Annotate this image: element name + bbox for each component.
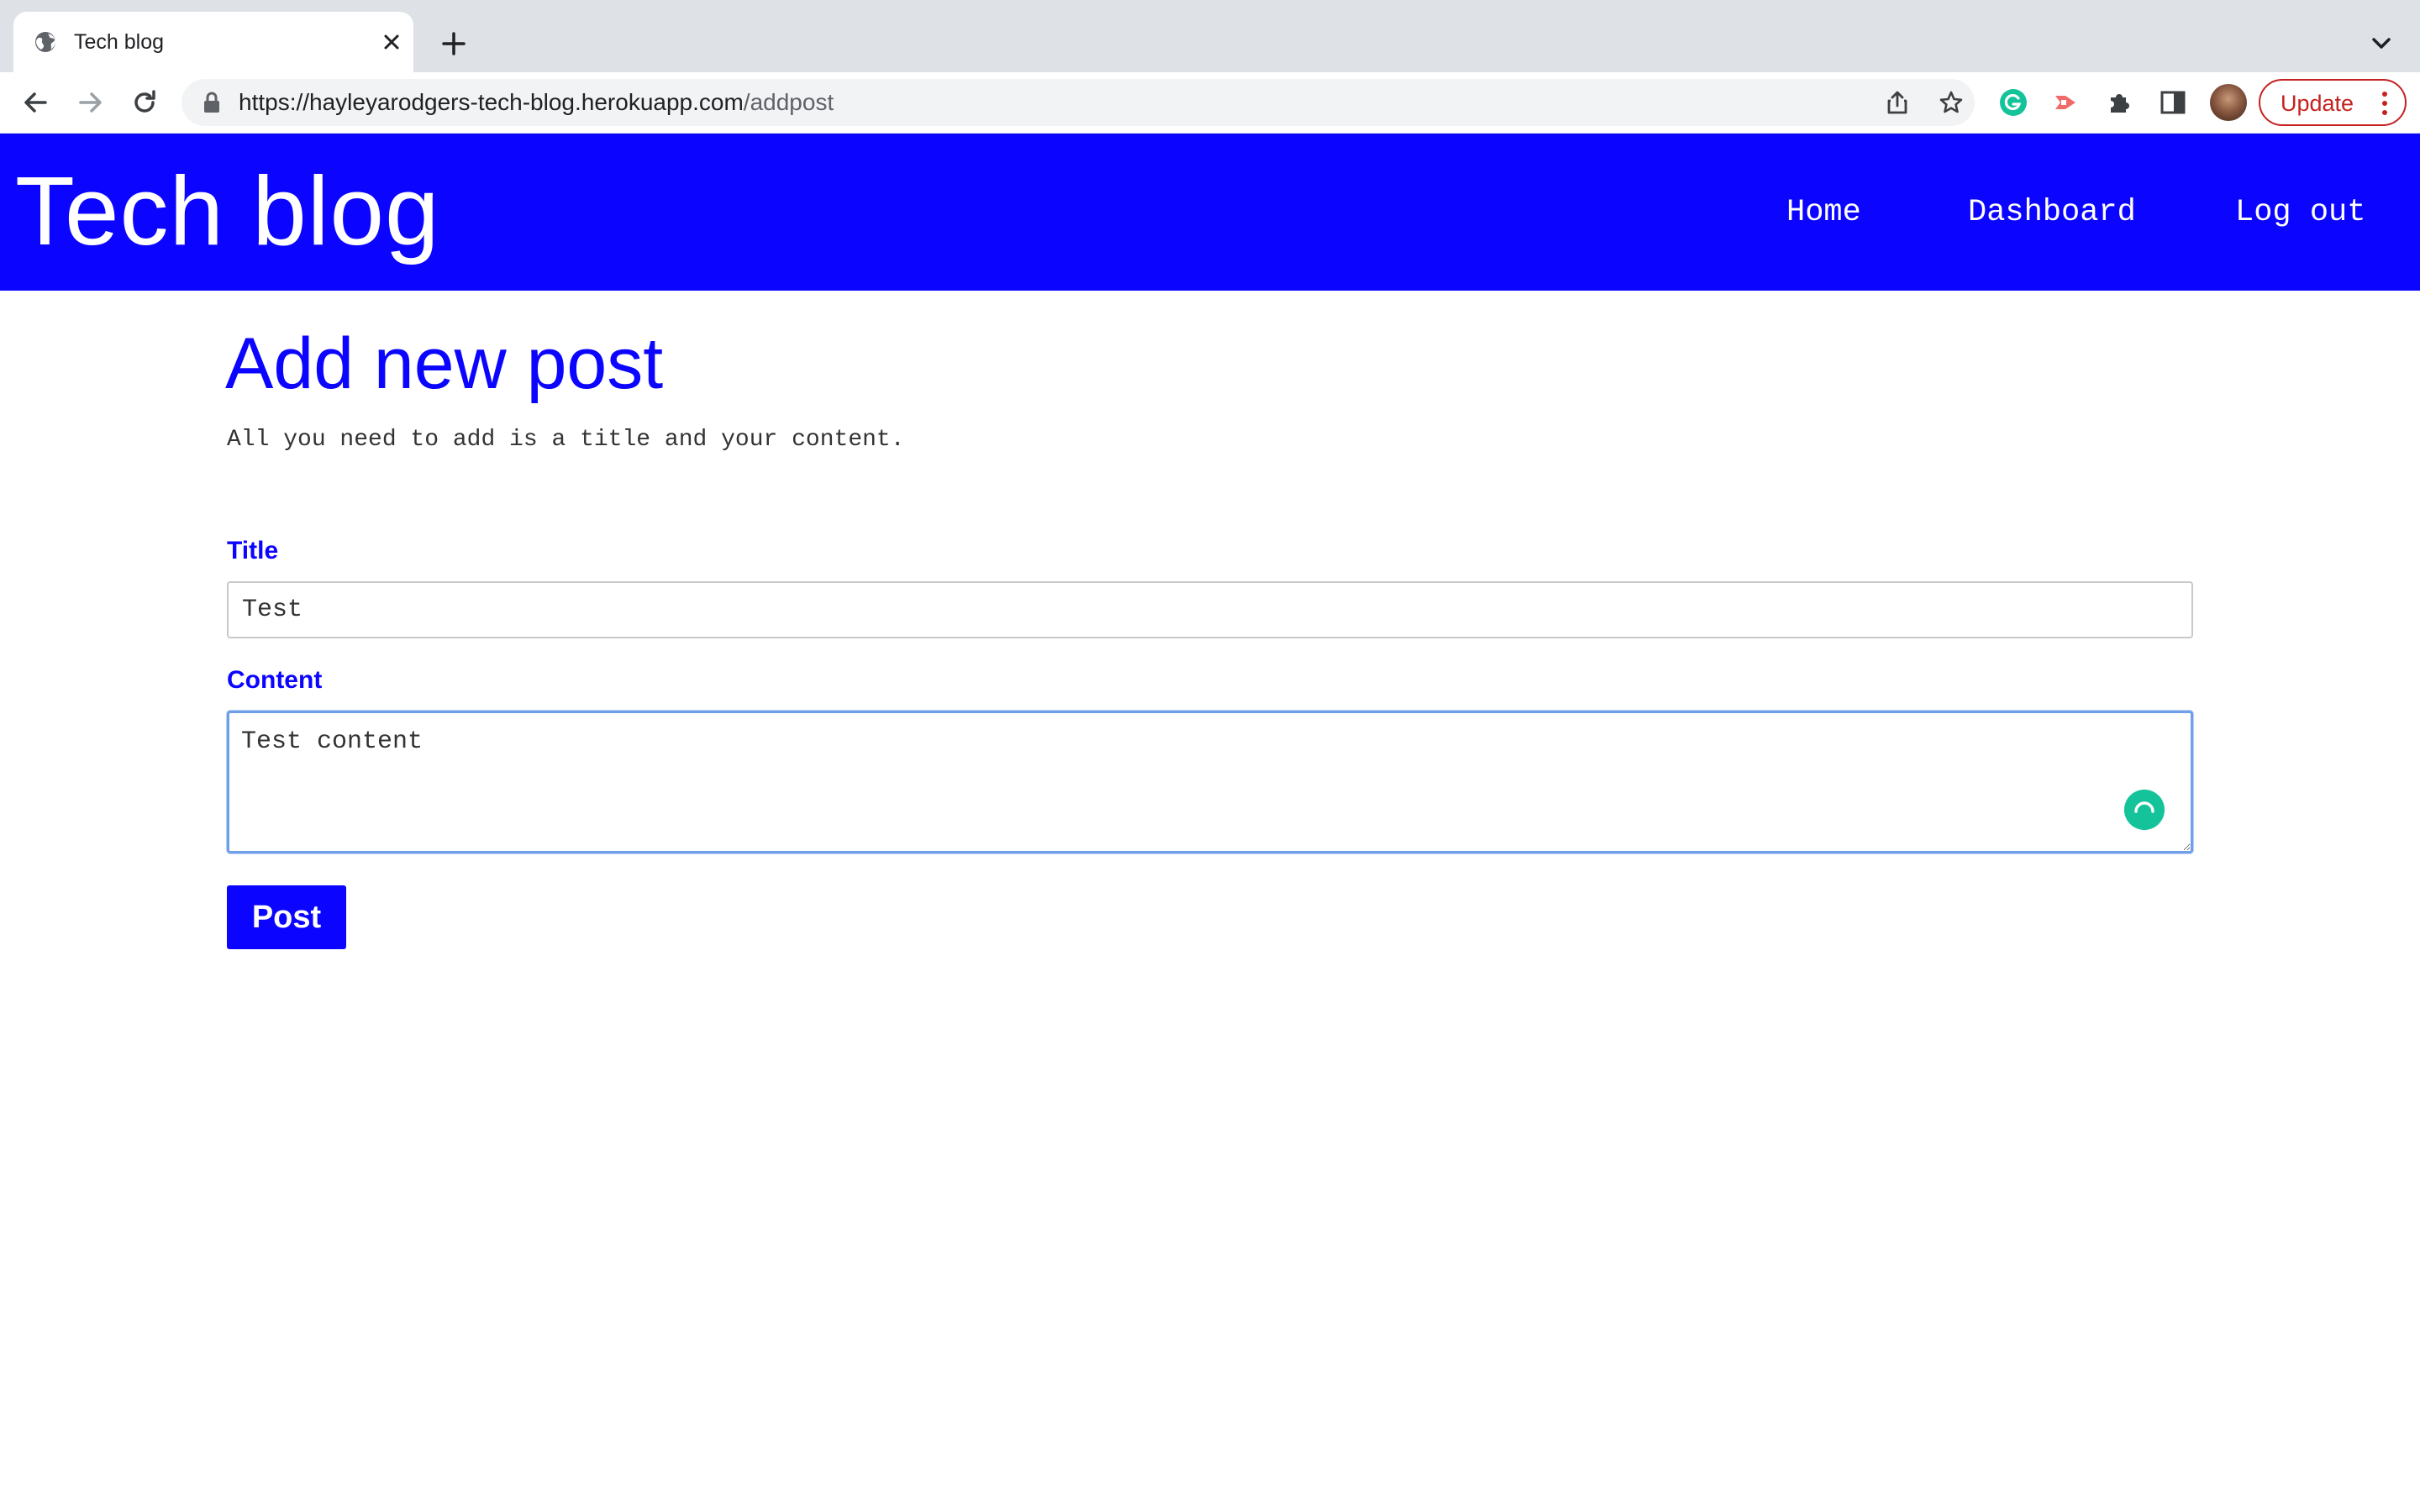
browser-tabstrip: Tech blog — [0, 0, 2420, 72]
star-icon[interactable] — [1938, 89, 1965, 116]
browser-toolbar: https://hayleyarodgers-tech-blog.herokua… — [0, 72, 2420, 134]
back-arrow-icon[interactable] — [20, 87, 50, 118]
red-extension-icon[interactable] — [2050, 87, 2081, 118]
share-icon[interactable] — [1884, 89, 1911, 116]
content-textarea[interactable]: Test content — [227, 711, 2193, 853]
url-path: /addpost — [743, 89, 834, 115]
tab-title: Tech blog — [74, 30, 165, 54]
puzzle-icon[interactable] — [2104, 87, 2134, 118]
update-label: Update — [2281, 91, 2354, 116]
nav-home-link[interactable]: Home — [1786, 192, 1861, 233]
nav-dashboard-link[interactable]: Dashboard — [1968, 192, 2136, 233]
reload-icon[interactable] — [129, 87, 160, 118]
browser-tab[interactable]: Tech blog — [13, 12, 413, 72]
grammarly-icon[interactable] — [2124, 790, 2165, 830]
close-icon[interactable] — [380, 30, 403, 54]
three-dots-icon[interactable] — [2380, 91, 2390, 116]
url-text[interactable]: https://hayleyarodgers-tech-blog.herokua… — [239, 87, 834, 118]
post-button[interactable]: Post — [227, 885, 346, 949]
url-host: https://hayleyarodgers-tech-blog.herokua… — [239, 89, 744, 115]
globe-icon — [35, 32, 55, 52]
chevron-down-icon[interactable] — [2368, 32, 2395, 55]
update-button[interactable]: Update — [2259, 79, 2407, 126]
forward-arrow-icon[interactable] — [76, 87, 106, 118]
lock-icon[interactable] — [202, 91, 222, 114]
title-input[interactable] — [227, 581, 2193, 638]
avatar[interactable] — [2210, 84, 2247, 121]
site-header: Tech blog Home Dashboard Log out — [0, 134, 2420, 291]
grammarly-icon[interactable] — [1998, 87, 2028, 118]
new-tab-icon[interactable] — [439, 29, 469, 59]
page-title: Add new post — [225, 323, 664, 404]
content-label: Content — [227, 666, 323, 694]
side-panel-icon[interactable] — [2158, 87, 2188, 118]
address-bar[interactable]: https://hayleyarodgers-tech-blog.herokua… — [182, 79, 1975, 126]
nav-logout-link[interactable]: Log out — [2235, 192, 2365, 233]
page-subtitle: All you need to add is a title and your … — [227, 427, 905, 453]
title-label: Title — [227, 537, 279, 564]
site-title[interactable]: Tech blog — [15, 152, 440, 270]
